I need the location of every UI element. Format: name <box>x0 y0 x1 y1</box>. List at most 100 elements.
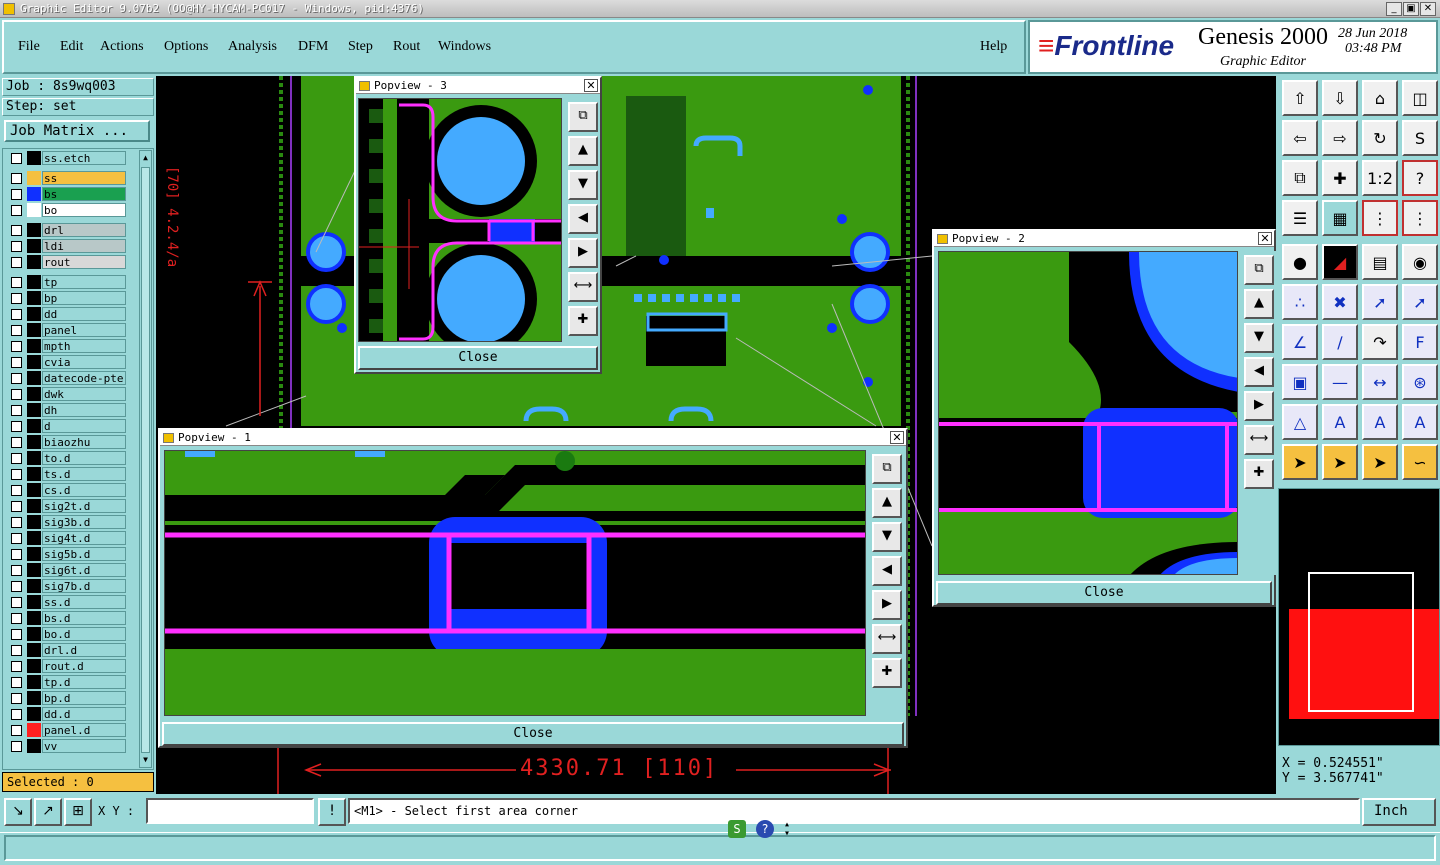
triangle-a-icon[interactable]: A <box>1322 404 1358 440</box>
cross-icon[interactable]: ✖ <box>1322 284 1358 320</box>
pan-down-icon[interactable]: ▼ <box>1244 323 1274 353</box>
layer-checkbox[interactable] <box>11 241 22 252</box>
layer-row[interactable]: sig5b.d <box>7 547 127 561</box>
layer-checkbox[interactable] <box>11 189 22 200</box>
layer-checkbox[interactable] <box>11 309 22 320</box>
layer-color-swatch[interactable] <box>27 255 41 269</box>
slash-line-icon[interactable]: ∕ <box>1322 324 1358 360</box>
popview-1-view[interactable] <box>164 450 866 716</box>
layer-checkbox[interactable] <box>11 293 22 304</box>
triangle-icon[interactable]: △ <box>1282 404 1318 440</box>
sogou-icon[interactable]: S <box>728 820 746 838</box>
popview-2-close-button[interactable]: Close <box>936 581 1272 605</box>
layer-color-swatch[interactable] <box>27 403 41 417</box>
connect-nodes-icon[interactable]: ∴ <box>1282 284 1318 320</box>
layer-row[interactable]: panel.d <box>7 723 127 737</box>
layer-checkbox[interactable] <box>11 485 22 496</box>
layer-row[interactable]: vv <box>7 739 127 753</box>
popview-2-view[interactable] <box>938 251 1238 575</box>
traffic-light-icon[interactable]: ⋮ <box>1362 200 1398 236</box>
popview-1-window[interactable]: Popview - 1 ✕ ⧉ ▲ ▼ ◀ ▶ ⟷ ✚ Close <box>158 428 908 748</box>
select-box-icon[interactable]: ➤ <box>1322 444 1358 480</box>
layer-row[interactable]: tp.d <box>7 675 127 689</box>
zoom-in-icon[interactable]: ✚ <box>872 658 902 688</box>
layer-row[interactable]: biaozhu <box>7 435 127 449</box>
layer-row[interactable]: ss <box>7 171 127 185</box>
layer-color-swatch[interactable] <box>27 203 41 217</box>
layer-row[interactable]: bo.d <box>7 627 127 641</box>
layer-color-swatch[interactable] <box>27 563 41 577</box>
scroll-thumb[interactable] <box>141 167 150 753</box>
layer-color-swatch[interactable] <box>27 323 41 337</box>
measure-tool-icon[interactable]: ↗ <box>34 798 62 826</box>
layer-row[interactable]: tp <box>7 275 127 289</box>
menu-actions[interactable]: Actions <box>100 39 144 55</box>
layer-row[interactable]: to.d <box>7 451 127 465</box>
layer-color-swatch[interactable] <box>27 419 41 433</box>
layer-row[interactable]: dd.d <box>7 707 127 721</box>
layer-row[interactable]: dwk <box>7 387 127 401</box>
minimize-button[interactable]: _ <box>1386 2 1402 16</box>
select-area-icon[interactable]: ➤ <box>1362 444 1398 480</box>
zoom-fit-tool-icon[interactable]: ⧉ <box>1282 160 1318 196</box>
popview-2-window[interactable]: Popview - 2 ✕ ⧉ ▲ ▼ ◀ ▶ ⟷ ✚ Close <box>932 229 1276 607</box>
pan-left-icon[interactable]: ◀ <box>568 204 598 234</box>
zoom-in-icon[interactable]: ✚ <box>568 306 598 336</box>
pan-right-icon[interactable]: ▶ <box>568 238 598 268</box>
job-matrix-button[interactable]: Job Matrix ... <box>4 120 150 142</box>
layer-checkbox[interactable] <box>11 437 22 448</box>
layer-checkbox[interactable] <box>11 533 22 544</box>
layer-row[interactable]: sig7b.d <box>7 579 127 593</box>
layer-checkbox[interactable] <box>11 549 22 560</box>
layer-color-swatch[interactable] <box>27 307 41 321</box>
select-arrow-icon[interactable]: ➤ <box>1282 444 1318 480</box>
layer-checkbox[interactable] <box>11 357 22 368</box>
layer-row[interactable]: ts.d <box>7 467 127 481</box>
layer-color-swatch[interactable] <box>27 531 41 545</box>
pan-left-tool-icon[interactable]: ⇦ <box>1282 120 1318 156</box>
menu-step[interactable]: Step <box>348 39 373 55</box>
zoom-window-icon[interactable]: ↘ <box>4 798 32 826</box>
layer-color-swatch[interactable] <box>27 339 41 353</box>
layer-checkbox[interactable] <box>11 325 22 336</box>
add-pad-icon[interactable]: ● <box>1282 244 1318 280</box>
layer-checkbox[interactable] <box>11 453 22 464</box>
s-curve-icon[interactable]: S <box>1402 120 1438 156</box>
layer-checkbox[interactable] <box>11 597 22 608</box>
layer-color-swatch[interactable] <box>27 223 41 237</box>
triangle-b-icon[interactable]: A <box>1362 404 1398 440</box>
pan-up-icon[interactable]: ▲ <box>872 488 902 518</box>
layer-color-swatch[interactable] <box>27 239 41 253</box>
help-circle-icon[interactable]: ? <box>756 820 774 838</box>
menu-dfm[interactable]: DFM <box>298 39 328 55</box>
layer-checkbox[interactable] <box>11 645 22 656</box>
popview-3-close-icon[interactable]: ✕ <box>584 79 598 92</box>
layer-checkbox[interactable] <box>11 173 22 184</box>
snap-grid-icon[interactable]: ⊞ <box>64 798 92 826</box>
layer-checkbox[interactable] <box>11 629 22 640</box>
layer-checkbox[interactable] <box>11 257 22 268</box>
layer-color-swatch[interactable] <box>27 739 41 753</box>
layer-checkbox[interactable] <box>11 341 22 352</box>
traffic-light-2-icon[interactable]: ⋮ <box>1402 200 1438 236</box>
layer-color-swatch[interactable] <box>27 187 41 201</box>
home-icon[interactable]: ⌂ <box>1362 80 1398 116</box>
xy-input[interactable] <box>146 798 314 824</box>
layer-checkbox[interactable] <box>11 373 22 384</box>
pad-dotted-icon[interactable]: ◉ <box>1402 244 1438 280</box>
zoom-home-icon[interactable]: ✚ <box>1322 160 1358 196</box>
maximize-button[interactable]: ▣ <box>1403 2 1419 16</box>
pan-up-icon[interactable]: ▲ <box>1244 289 1274 319</box>
overview-map[interactable] <box>1278 488 1440 746</box>
layer-color-swatch[interactable] <box>27 723 41 737</box>
grid-icon[interactable]: ▦ <box>1322 200 1358 236</box>
window-close-button[interactable]: ✕ <box>1420 2 1436 16</box>
menu-analysis[interactable]: Analysis <box>228 39 277 55</box>
step-up-icon[interactable]: ⇧ <box>1282 80 1318 116</box>
layer-checkbox[interactable] <box>11 389 22 400</box>
layer-checkbox[interactable] <box>11 565 22 576</box>
scroll-up-icon[interactable]: ▲ <box>141 153 150 163</box>
angle-line-icon[interactable]: ∠ <box>1282 324 1318 360</box>
popview-1-close-icon[interactable]: ✕ <box>890 431 904 444</box>
layer-color-swatch[interactable] <box>27 483 41 497</box>
